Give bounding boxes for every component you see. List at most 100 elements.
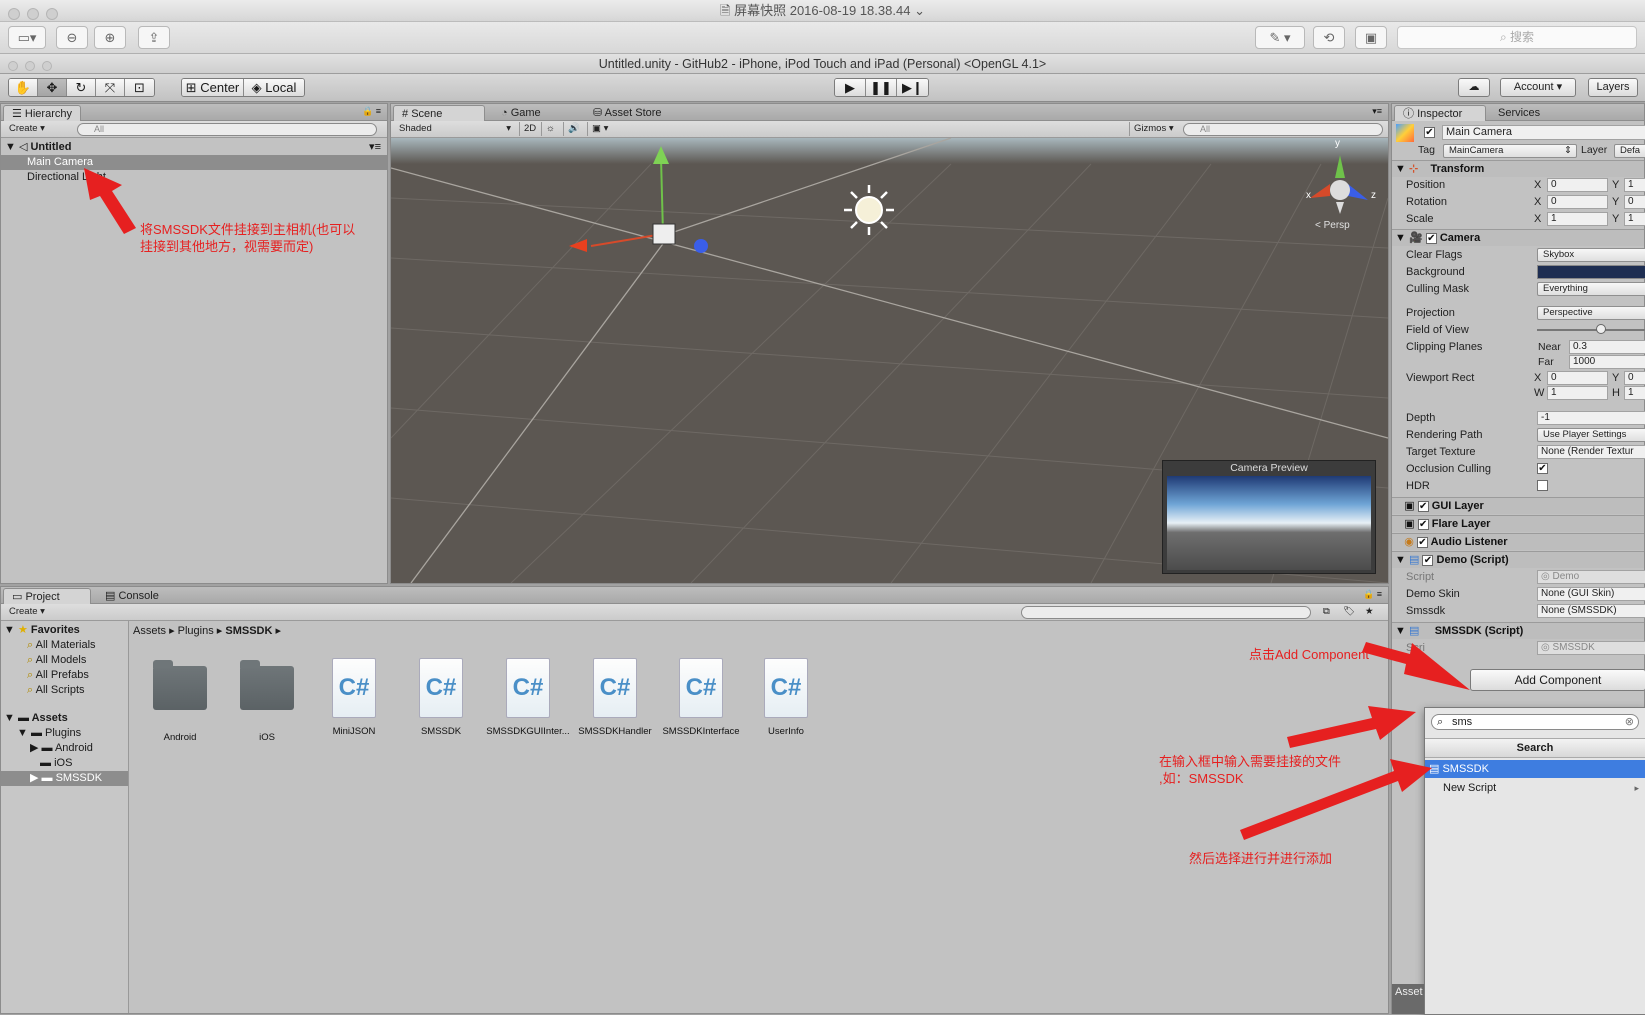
component-checkbox[interactable]: ✔ <box>1416 536 1428 548</box>
favorite-star-icon[interactable]: ★ <box>1361 605 1378 619</box>
toolbox-button[interactable]: ▣ <box>1355 26 1387 49</box>
tab-asset-store[interactable]: ⛁ Asset Store <box>585 105 670 121</box>
tab-project[interactable]: ▭ Project <box>3 588 91 604</box>
rendering-path-dropdown[interactable]: Use Player Settings <box>1537 428 1645 442</box>
rotate-button[interactable]: ⟲ <box>1313 26 1345 49</box>
cloud-button[interactable]: ☁ <box>1458 78 1490 97</box>
position-y-field[interactable]: 1 <box>1624 178 1645 192</box>
occlusion-checkbox[interactable]: ✔ <box>1537 462 1548 474</box>
asset-item[interactable]: iOS <box>226 658 308 743</box>
smssdk-script-header[interactable]: ▼ ▤ SMSSDK (Script) <box>1392 622 1644 639</box>
viewport-h-field[interactable]: 1 <box>1624 386 1645 400</box>
scene-root-row[interactable]: ▼ ◁ Untitled ▾≡ <box>1 140 387 155</box>
scene-search-input[interactable]: All <box>1183 123 1383 136</box>
tree-plugins[interactable]: ▼ ▬ Plugins <box>1 726 123 741</box>
lock-icon[interactable]: 🔒 ≡ <box>362 106 381 117</box>
layer-dropdown[interactable]: Defa <box>1614 144 1645 158</box>
rotate-tool-icon[interactable]: ↻ <box>67 79 96 96</box>
account-dropdown[interactable]: Account ▾ <box>1500 78 1576 97</box>
tree-favorites[interactable]: ▼ ★ Favorites <box>1 623 123 638</box>
lighting-toggle-icon[interactable]: ☼ <box>541 122 559 136</box>
camera-header[interactable]: ▼ 🎥 ✔ Camera <box>1392 229 1644 246</box>
zoom-in-button[interactable]: ⊕ <box>94 26 126 49</box>
unity-zoom-button[interactable] <box>42 61 52 71</box>
unity-close-button[interactable] <box>8 61 18 71</box>
component-checkbox[interactable]: ✔ <box>1417 500 1429 512</box>
tab-hierarchy[interactable]: ☰ Hierarchy <box>3 105 81 121</box>
tree-plugin-item[interactable]: ▶ ▬ SMSSDK <box>1 771 128 786</box>
asset-item[interactable]: Android <box>139 658 221 743</box>
project-search-input[interactable] <box>1021 606 1311 619</box>
smssdk-ref-field[interactable]: None (SMSSDK) <box>1537 604 1645 618</box>
asset-item[interactable]: C# SMSSDKInterface <box>656 658 746 737</box>
shading-dropdown[interactable]: Shaded ▾ <box>395 122 515 136</box>
tab-game[interactable]: ◔ Game <box>493 105 549 121</box>
target-texture-field[interactable]: None (Render Textur <box>1537 445 1645 459</box>
clear-search-icon[interactable]: ⊗ <box>1625 715 1634 729</box>
center-button[interactable]: ⊞ Center <box>182 79 244 96</box>
pause-icon[interactable]: ❚❚ <box>866 79 897 96</box>
background-color-swatch[interactable] <box>1537 265 1645 279</box>
hierarchy-item-main-camera[interactable]: Main Camera <box>1 155 387 170</box>
active-checkbox[interactable]: ✔ <box>1424 126 1435 138</box>
panel-menu-icon[interactable]: ▾≡ <box>1372 106 1382 117</box>
component-checkbox[interactable]: ✔ <box>1417 518 1429 530</box>
projection-label[interactable]: < Persp <box>1315 220 1350 231</box>
tab-inspector[interactable]: ⓘ Inspector <box>1394 105 1486 121</box>
step-icon[interactable]: ▶❙ <box>897 79 928 96</box>
asset-item[interactable]: C# SMSSDKGUIInter... <box>483 658 573 737</box>
object-name-field[interactable]: Main Camera <box>1442 125 1645 140</box>
tree-plugin-item[interactable]: ▬ iOS <box>1 756 123 771</box>
move-tool-icon[interactable]: ✥ <box>38 79 67 96</box>
rotation-x-field[interactable]: 0 <box>1547 195 1608 209</box>
tree-favorite-item[interactable]: ⌕ All Scripts <box>1 683 123 698</box>
viewport-w-field[interactable]: 1 <box>1547 386 1608 400</box>
near-field[interactable]: 0.3 <box>1569 340 1645 354</box>
effects-dropdown-icon[interactable]: ▣ ▾ <box>587 122 612 136</box>
scale-y-field[interactable]: 1 <box>1624 212 1645 226</box>
layers-dropdown[interactable]: Layers <box>1588 78 1638 97</box>
demo-script-header[interactable]: ▼ ▤ ✔ Demo (Script) <box>1392 551 1644 568</box>
tree-favorite-item[interactable]: ⌕ All Prefabs <box>1 668 123 683</box>
transform-header[interactable]: ▼ ⊹ Transform <box>1392 160 1644 177</box>
position-x-field[interactable]: 0 <box>1547 178 1608 192</box>
fov-slider-thumb[interactable] <box>1596 324 1607 334</box>
tab-services[interactable]: Services <box>1490 105 1548 121</box>
scale-tool-icon[interactable]: ⤧ <box>96 79 125 96</box>
asset-item[interactable]: C# MiniJSON <box>313 658 395 737</box>
scale-x-field[interactable]: 1 <box>1547 212 1608 226</box>
popup-item-smssdk[interactable]: ▤ SMSSDK <box>1425 760 1645 778</box>
foldout-open-icon[interactable]: ▼ <box>5 141 16 153</box>
flare-layer-header[interactable]: ▣ ✔ Flare Layer <box>1392 515 1644 532</box>
mode-2d-button[interactable]: 2D <box>519 122 540 136</box>
hand-tool-icon[interactable]: ✋ <box>9 79 38 96</box>
scene-viewport[interactable]: y x z < Persp Camera Preview <box>391 138 1388 583</box>
clear-flags-dropdown[interactable]: Skybox <box>1537 248 1645 262</box>
markup-button[interactable]: ✎ ▾ <box>1255 26 1305 49</box>
culling-mask-dropdown[interactable]: Everything <box>1537 282 1645 296</box>
hdr-checkbox[interactable] <box>1537 479 1548 491</box>
filter-label-icon[interactable]: 🏷 <box>1339 605 1359 619</box>
far-field[interactable]: 1000 <box>1569 355 1645 369</box>
minimize-window-button[interactable] <box>27 8 39 20</box>
share-button[interactable]: ⇪ <box>138 26 170 49</box>
tree-favorite-item[interactable]: ⌕ All Materials <box>1 638 123 653</box>
asset-item[interactable]: C# SMSSDKHandler <box>570 658 660 737</box>
breadcrumb-item[interactable]: Assets <box>133 625 166 637</box>
close-window-button[interactable] <box>8 8 20 20</box>
breadcrumb-item[interactable]: SMSSDK <box>225 625 272 637</box>
breadcrumb-item[interactable]: Plugins <box>178 625 214 637</box>
rotation-y-field[interactable]: 0 <box>1624 195 1645 209</box>
chevron-down-icon[interactable]: ⌄ <box>914 3 925 18</box>
hierarchy-create-button[interactable]: Create ▾ <box>5 122 49 136</box>
audio-toggle-icon[interactable]: 🔊 <box>563 122 584 136</box>
scene-menu-icon[interactable]: ▾≡ <box>369 140 381 155</box>
tab-console[interactable]: ▤ Console <box>97 588 167 604</box>
preview-search-input[interactable]: ⌕ 搜索 <box>1397 26 1637 49</box>
tree-assets[interactable]: ▼ ▬ Assets <box>1 711 123 726</box>
tag-dropdown[interactable]: MainCamera ⇕ <box>1443 144 1577 158</box>
local-button[interactable]: ◈ Local <box>244 79 304 96</box>
add-component-button[interactable]: Add Component <box>1470 669 1645 691</box>
filter-type-icon[interactable]: ⧉ <box>1319 605 1334 619</box>
projection-dropdown[interactable]: Perspective <box>1537 306 1645 320</box>
